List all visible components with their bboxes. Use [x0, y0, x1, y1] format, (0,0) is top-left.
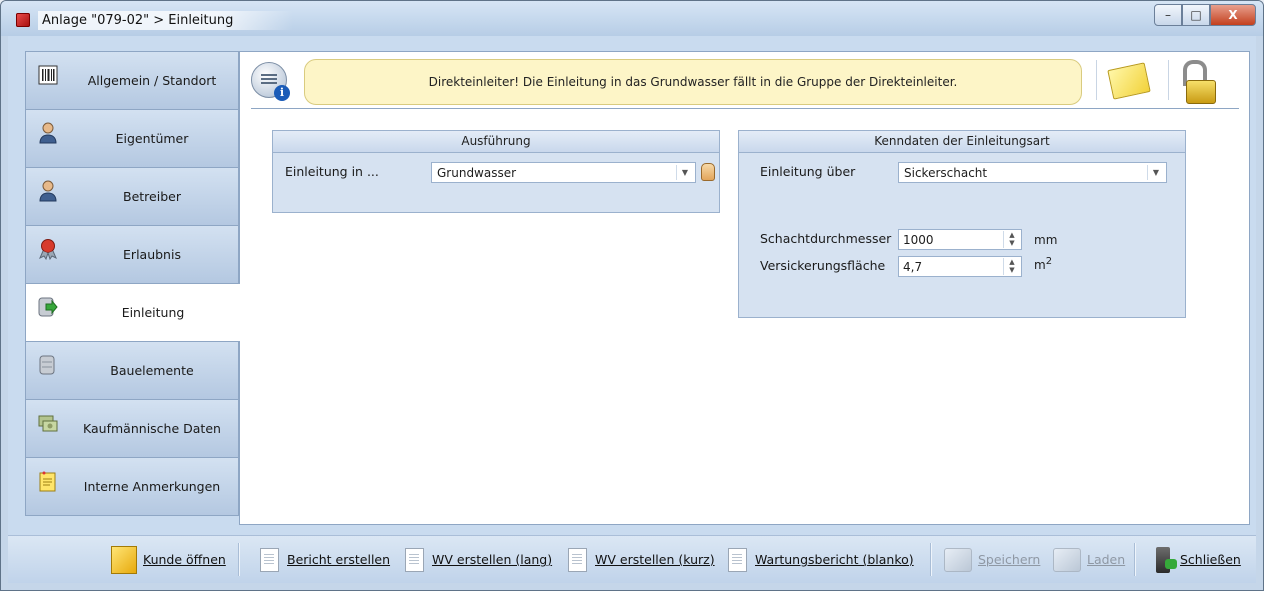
- save-icon: [944, 547, 972, 572]
- document-icon: [568, 547, 587, 572]
- button-label: WV erstellen (lang): [432, 552, 553, 567]
- input-value: 4,7: [903, 260, 923, 274]
- database-icon: [39, 355, 55, 375]
- button-label: Schließen: [1180, 552, 1241, 567]
- sidebar-item-label: Interne Anmerkungen: [83, 479, 221, 494]
- laden-button[interactable]: Laden: [1053, 536, 1125, 583]
- seal-icon: [39, 239, 57, 260]
- window-title: Anlage "079-02" > Einleitung: [38, 11, 294, 30]
- unlocked-padlock-icon[interactable]: [1180, 60, 1216, 104]
- load-icon: [1053, 547, 1081, 572]
- minimize-button[interactable]: –: [1154, 4, 1182, 26]
- sidebar-item-allgemein[interactable]: Allgemein / Standort: [25, 51, 239, 109]
- close-button[interactable]: X: [1210, 4, 1256, 26]
- sidebar-item-label: Erlaubnis: [123, 247, 181, 262]
- unit-label: m2: [1034, 256, 1052, 272]
- unit-exponent: 2: [1045, 256, 1053, 267]
- pointing-hand-icon[interactable]: [701, 163, 715, 181]
- info-speech-icon: i: [251, 62, 290, 101]
- schachtdurchmesser-label: Schachtdurchmesser: [760, 231, 892, 246]
- divider: [1096, 60, 1097, 100]
- bottom-toolbar: Kunde öffnen Bericht erstellen WV erstel…: [8, 535, 1256, 583]
- notice-text: Direkteinleiter! Die Einleitung in das G…: [428, 75, 958, 89]
- kunde-oeffnen-button[interactable]: Kunde öffnen: [111, 536, 226, 583]
- button-label: Kunde öffnen: [143, 552, 226, 567]
- sidebar-item-label: Einleitung: [121, 305, 185, 320]
- button-label: Laden: [1087, 552, 1126, 567]
- divider: [1168, 60, 1169, 100]
- maximize-button[interactable]: □: [1182, 4, 1210, 26]
- unit-label: mm: [1034, 233, 1058, 247]
- exit-door-icon: [1156, 546, 1177, 573]
- content-panel: i Direkteinleiter! Die Einleitung in das…: [239, 51, 1250, 525]
- spinner-arrows-icon[interactable]: ▲ ▼: [1003, 258, 1020, 275]
- notice-banner: Direkteinleiter! Die Einleitung in das G…: [304, 59, 1082, 105]
- schliessen-button[interactable]: Schließen: [1156, 536, 1241, 583]
- sidebar: Allgemein / Standort Eigentümer Betreibe…: [25, 51, 240, 516]
- sidebar-item-interne-anmerkungen[interactable]: Interne Anmerkungen: [25, 457, 239, 516]
- toolbar-separator: [1134, 543, 1135, 576]
- button-label: Wartungsbericht (blanko): [755, 552, 914, 567]
- einleitung-ueber-select[interactable]: Sickerschacht ▼: [898, 162, 1167, 183]
- window-body: Allgemein / Standort Eigentümer Betreibe…: [8, 36, 1256, 583]
- sidebar-item-einleitung[interactable]: Einleitung: [25, 283, 240, 341]
- notepad-icon: [39, 471, 56, 492]
- app-window: Anlage "079-02" > Einleitung – □ X Allge…: [0, 0, 1264, 591]
- group-title: Kenndaten der Einleitungsart: [739, 131, 1185, 153]
- einleitung-in-label: Einleitung in ...: [285, 164, 379, 179]
- select-value: Sickerschacht: [904, 166, 988, 180]
- sidebar-item-betreiber[interactable]: Betreiber: [25, 167, 239, 225]
- sticky-note-icon[interactable]: [1107, 62, 1151, 100]
- group-title: Ausführung: [273, 131, 719, 153]
- chevron-down-icon[interactable]: ▼: [1147, 165, 1164, 180]
- toolbar-separator: [930, 543, 931, 576]
- wv-lang-button[interactable]: WV erstellen (lang): [405, 536, 552, 583]
- button-label: WV erstellen (kurz): [595, 552, 715, 567]
- sidebar-item-label: Betreiber: [123, 189, 181, 204]
- wartungsbericht-button[interactable]: Wartungsbericht (blanko): [728, 536, 914, 583]
- sidebar-item-label: Kaufmännische Daten: [83, 421, 221, 436]
- input-value: 1000: [903, 233, 934, 247]
- button-label: Bericht erstellen: [287, 552, 391, 567]
- einleitung-in-select[interactable]: Grundwasser ▼: [431, 162, 696, 183]
- spinner-arrows-icon[interactable]: ▲ ▼: [1003, 231, 1020, 248]
- database-arrow-icon: [38, 297, 58, 317]
- document-icon: [260, 547, 279, 572]
- sidebar-item-kaufmaennische-daten[interactable]: Kaufmännische Daten: [25, 399, 239, 457]
- unit-base: m: [1034, 258, 1046, 272]
- einleitung-ueber-label: Einleitung über: [760, 164, 856, 179]
- app-icon: [16, 13, 30, 27]
- kenndaten-group: Kenndaten der Einleitungsart Einleitung …: [738, 130, 1186, 318]
- sidebar-item-bauelemente[interactable]: Bauelemente: [25, 341, 239, 399]
- cube-icon: [111, 545, 137, 574]
- versickerungsflaeche-input[interactable]: 4,7 ▲ ▼: [898, 256, 1022, 277]
- sidebar-item-erlaubnis[interactable]: Erlaubnis: [25, 225, 239, 283]
- barcode-icon: [38, 65, 58, 85]
- divider: [251, 108, 1239, 109]
- sidebar-item-label: Eigentümer: [115, 131, 189, 146]
- speichern-button[interactable]: Speichern: [944, 536, 1040, 583]
- select-value: Grundwasser: [437, 166, 517, 180]
- sidebar-item-label: Bauelemente: [110, 363, 194, 378]
- sidebar-item-label: Allgemein / Standort: [87, 73, 217, 88]
- person-icon: [39, 122, 57, 144]
- versickerungsflaeche-label: Versickerungsfläche: [760, 258, 886, 273]
- document-icon: [728, 547, 747, 572]
- button-label: Speichern: [978, 552, 1041, 567]
- chevron-down-icon[interactable]: ▼: [676, 165, 693, 180]
- person-icon: [39, 180, 57, 202]
- toolbar-separator: [238, 543, 239, 576]
- schachtdurchmesser-input[interactable]: 1000 ▲ ▼: [898, 229, 1022, 250]
- document-icon: [405, 547, 424, 572]
- window-controls: – □ X: [1154, 4, 1256, 26]
- wv-kurz-button[interactable]: WV erstellen (kurz): [568, 536, 715, 583]
- ausfuehrung-group: Ausführung Einleitung in ... Grundwasser…: [272, 130, 720, 213]
- sidebar-item-eigentuemer[interactable]: Eigentümer: [25, 109, 239, 167]
- title-bar[interactable]: Anlage "079-02" > Einleitung – □ X: [1, 1, 1263, 36]
- money-icon: [38, 415, 58, 432]
- bericht-erstellen-button[interactable]: Bericht erstellen: [260, 536, 390, 583]
